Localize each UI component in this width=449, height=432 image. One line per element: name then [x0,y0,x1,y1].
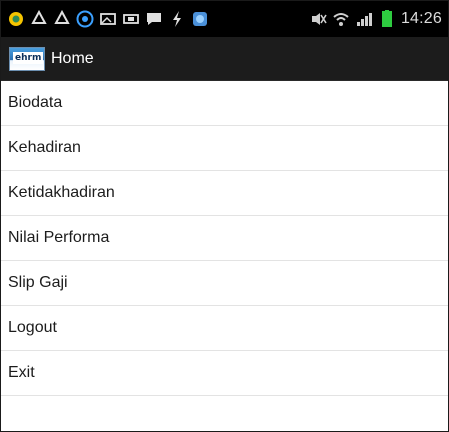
menu-item-ketidakhadiran[interactable]: Ketidakhadiran [1,171,448,216]
phone-screen: 14:26 ehrm Home Biodata Kehadiran Ketida… [0,0,449,432]
media-icon [122,10,140,28]
menu-item-kehadiran[interactable]: Kehadiran [1,126,448,171]
menu-item-exit[interactable]: Exit [1,351,448,396]
mute-icon [309,10,327,28]
signal-icon [355,10,373,28]
menu-item-biodata[interactable]: Biodata [1,81,448,126]
badge-icon [76,10,94,28]
image-icon [99,10,117,28]
page-title: Home [51,49,94,67]
menu-item-label: Slip Gaji [8,274,68,291]
menu-item-nilai-performa[interactable]: Nilai Performa [1,216,448,261]
chat-icon [145,10,163,28]
recycle-icon [53,10,71,28]
app-icon [191,10,209,28]
wifi-icon [332,10,350,28]
app-notification-icon [7,10,25,28]
menu-item-label: Exit [8,364,35,381]
menu-item-label: Nilai Performa [8,229,110,246]
recycle-icon [30,10,48,28]
logo-text: ehrm [13,51,44,64]
app-logo[interactable]: ehrm [9,46,45,71]
battery-icon [378,10,396,28]
status-clock: 14:26 [400,10,442,27]
menu-item-label: Kehadiran [8,139,81,156]
action-bar: ehrm Home [1,37,448,81]
notification-icons [7,10,209,28]
menu-item-label: Biodata [8,94,63,111]
status-bar: 14:26 [1,1,448,37]
menu-item-label: Logout [8,319,57,336]
menu-list: Biodata Kehadiran Ketidakhadiran Nilai P… [1,81,448,396]
menu-item-slip-gaji[interactable]: Slip Gaji [1,261,448,306]
menu-item-logout[interactable]: Logout [1,306,448,351]
menu-item-label: Ketidakhadiran [8,184,115,201]
usb-icon [168,10,186,28]
system-icons: 14:26 [309,10,442,28]
